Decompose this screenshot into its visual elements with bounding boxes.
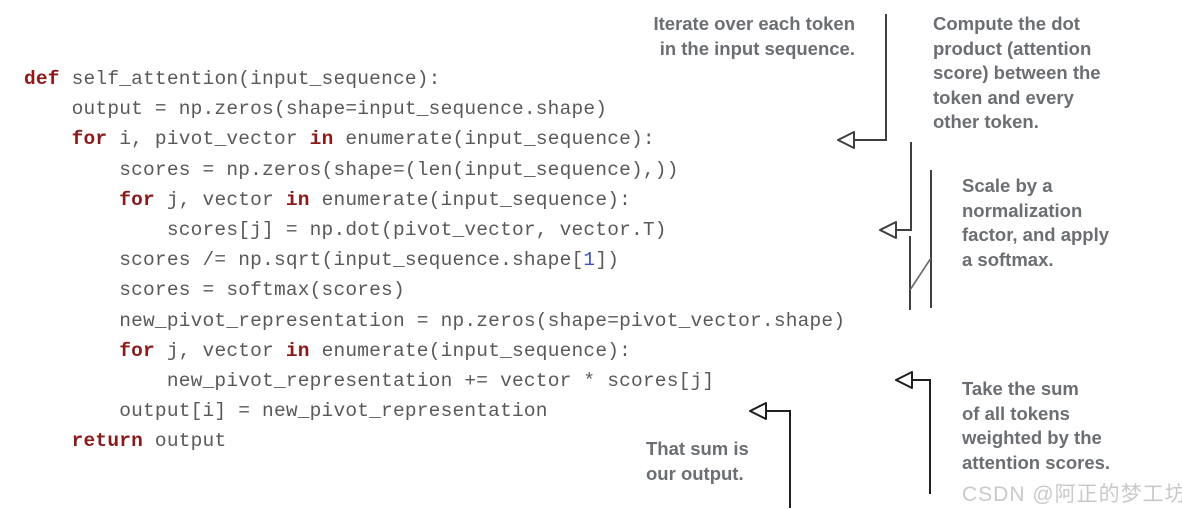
code-line: output[i] = new_pivot_representation [24, 396, 845, 426]
leader-line-iterate-tokens [818, 10, 898, 150]
code-keyword: in [309, 128, 334, 151]
code-text: scores[j] = np.dot(pivot_vector, vector.… [166, 218, 667, 241]
figure-canvas: def self_attention(input_sequence): outp… [0, 0, 1182, 509]
code-text: output [143, 430, 227, 453]
code-line: output = np.zeros(shape=input_sequence.s… [24, 94, 845, 124]
code-text: scores = softmax(scores) [119, 279, 405, 302]
code-keyword: def [24, 68, 60, 90]
code-text: new_pivot_representation += vector * sco… [166, 369, 715, 392]
annotation-take-the-sum: Take the sum of all tokens weighted by t… [962, 378, 1111, 473]
code-line: for j, vector in enumerate(input_sequenc… [24, 336, 845, 366]
code-text: output = np.zeros(shape=input_sequence.s… [71, 98, 608, 121]
csdn-watermark: CSDN @阿正的梦工坊 [962, 483, 1182, 506]
code-text: output[i] = new_pivot_representation [119, 400, 548, 423]
code-keyword: for [119, 339, 155, 362]
code-line: for i, pivot_vector in enumerate(input_s… [24, 124, 845, 154]
code-text: scores /= np.sqrt(input_sequence.shape[ [119, 249, 584, 272]
code-text: i, pivot_vector [107, 128, 310, 151]
code-keyword: return [71, 430, 144, 453]
code-text: enumerate(input_sequence): [309, 188, 632, 211]
code-listing: def self_attention(input_sequence): outp… [24, 64, 845, 456]
annotation-iterate-tokens: Iterate over each token in the input seq… [653, 13, 855, 59]
code-keyword: for [119, 188, 155, 211]
code-text: self_attention(input_sequence): [59, 68, 441, 90]
code-keyword: in [285, 188, 310, 211]
code-line: scores[j] = np.dot(pivot_vector, vector.… [24, 215, 845, 245]
leader-line-take-the-sum [882, 368, 942, 498]
code-text: j, vector [154, 188, 286, 211]
code-line: scores = np.zeros(shape=(len(input_seque… [24, 155, 845, 185]
code-text: enumerate(input_sequence): [333, 128, 655, 151]
code-line: for j, vector in enumerate(input_sequenc… [24, 185, 845, 215]
code-text: scores = np.zeros(shape=(len(input_seque… [119, 158, 679, 181]
code-number: 1 [583, 249, 596, 272]
code-line: new_pivot_representation = np.zeros(shap… [24, 306, 845, 336]
annotation-compute-dot-product: Compute the dot product (attention score… [933, 13, 1101, 133]
annotation-scale-normalize: Scale by a normalization factor, and app… [962, 175, 1110, 270]
bracket-scale-normalize [900, 168, 960, 313]
code-text: enumerate(input_sequence): [309, 339, 632, 362]
code-text: ]) [595, 249, 620, 272]
code-line: scores = softmax(scores) [24, 275, 845, 305]
leader-line-that-sum [738, 400, 808, 509]
code-line: def self_attention(input_sequence): [24, 64, 845, 94]
code-keyword: in [285, 339, 310, 362]
code-keyword: for [71, 128, 108, 151]
code-text: j, vector [154, 339, 286, 362]
code-line: new_pivot_representation += vector * sco… [24, 366, 845, 396]
code-line: scores /= np.sqrt(input_sequence.shape[1… [24, 245, 845, 275]
code-text: new_pivot_representation = np.zeros(shap… [119, 309, 846, 332]
